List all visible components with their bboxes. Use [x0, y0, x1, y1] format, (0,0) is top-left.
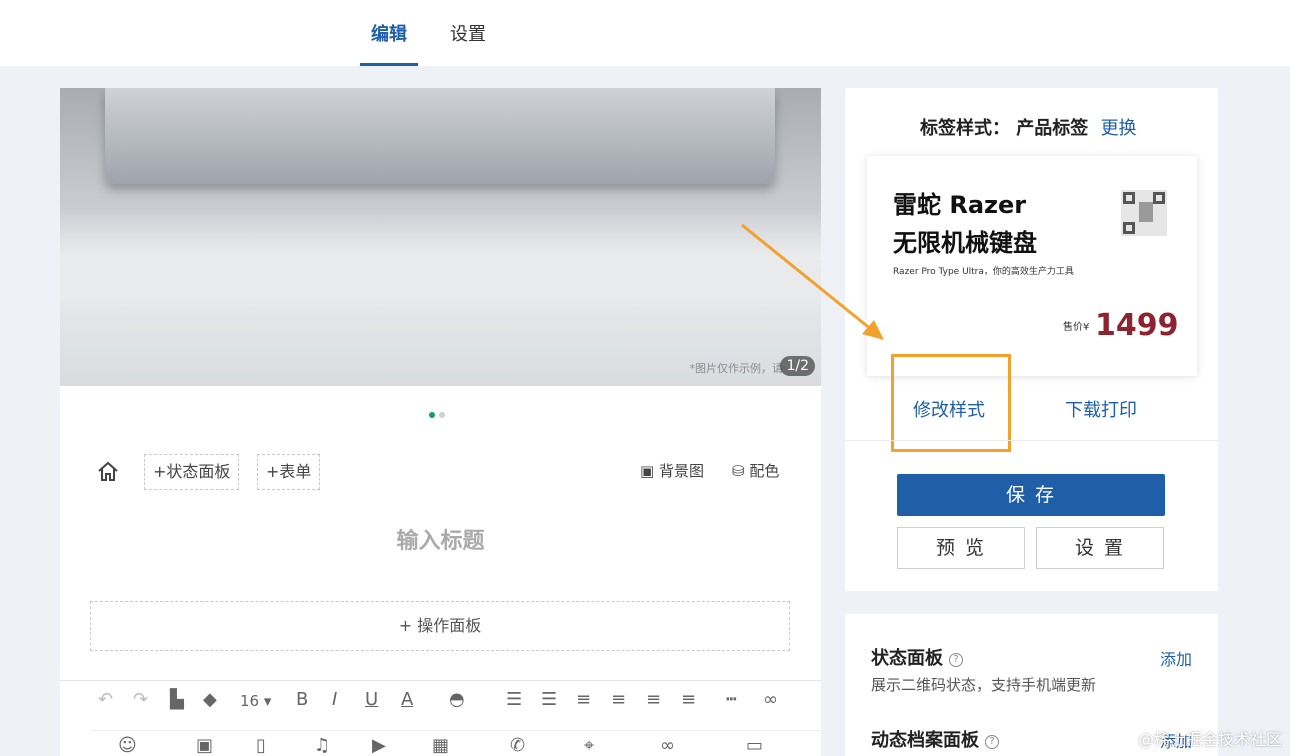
add-status-panel-link[interactable]: 添加 — [1160, 646, 1192, 670]
add-operation-panel[interactable]: + 操作面板 — [90, 601, 790, 651]
align-right-icon[interactable]: ≡ — [646, 689, 661, 710]
picture-icon[interactable]: ▣ — [196, 735, 213, 756]
price-value: 1499 — [1095, 308, 1179, 343]
label-style-card: 标签样式： 产品标签 更换 雷蛇 Razer 无限机械键盘 Razer Pro … — [845, 88, 1218, 591]
qr-code-icon — [1121, 190, 1167, 236]
bullet-list-icon[interactable]: ☰ — [541, 689, 557, 710]
background-image-button[interactable]: ▣ 背景图 — [640, 460, 704, 481]
product-image[interactable]: *图片仅作示例，请 1/2 — [60, 88, 821, 386]
title-input[interactable]: 输入标题 — [60, 523, 821, 555]
align-justify-icon[interactable]: ≡ — [681, 689, 696, 710]
carousel-dots[interactable] — [429, 403, 453, 418]
top-nav: 编辑 设置 — [0, 0, 1290, 66]
label-style-row: 标签样式： 产品标签 更换 — [920, 114, 1137, 140]
undo-icon[interactable]: ↶ — [98, 689, 113, 710]
italic-icon[interactable]: I — [332, 689, 337, 710]
image-counter: 1/2 — [780, 356, 815, 376]
preview-button[interactable]: 预 览 — [897, 527, 1025, 569]
font-size-value: 16 — [240, 692, 260, 710]
save-button[interactable]: 保 存 — [897, 474, 1165, 516]
add-status-panel-button[interactable]: +状态面板 — [144, 454, 240, 490]
download-print-button[interactable]: 下载打印 — [1065, 396, 1137, 422]
highlight-icon[interactable]: ◓ — [449, 689, 465, 710]
price-label: 售价¥ — [1063, 322, 1090, 333]
phone-icon[interactable]: ✆ — [510, 735, 525, 756]
divider-icon[interactable]: ┅ — [726, 689, 737, 710]
image-icon: ▣ — [640, 462, 655, 480]
label-style-label: 标签样式： — [920, 118, 1010, 139]
file-icon[interactable]: ▯ — [256, 735, 266, 756]
location-icon[interactable]: ⌖ — [584, 735, 594, 756]
link-card-icon[interactable]: ∞ — [660, 735, 675, 756]
divider — [845, 440, 1218, 441]
video-icon[interactable]: ▶ — [372, 735, 386, 756]
font-size-select[interactable]: 16 ▾ — [240, 692, 271, 710]
home-icon[interactable] — [96, 460, 120, 484]
product-name: 雷蛇 Razer 无限机械键盘 — [893, 186, 1093, 262]
redo-icon[interactable]: ↷ — [133, 689, 148, 710]
align-center-icon[interactable]: ≡ — [611, 689, 626, 710]
status-panel-title: 状态面板 — [871, 648, 943, 669]
change-style-link[interactable]: 更换 — [1101, 118, 1137, 139]
carousel-dot[interactable] — [439, 412, 445, 418]
paint-bucket-icon: ⛁ — [732, 462, 745, 480]
label-style-value: 产品标签 — [1016, 118, 1089, 139]
image-shine — [60, 208, 821, 308]
link-icon[interactable]: ∞ — [763, 689, 778, 710]
image-note: *图片仅作示例，请 — [689, 362, 784, 375]
color-scheme-button[interactable]: ⛁ 配色 — [732, 460, 779, 481]
keyboard-bar — [105, 88, 775, 184]
emoji-icon[interactable]: ☺ — [118, 735, 137, 756]
audio-icon[interactable]: ♫ — [314, 735, 330, 756]
layout-icon[interactable]: ▦ — [432, 735, 449, 756]
insert-toolbar: ☺ ▣ ▯ ♫ ▶ ▦ ✆ ⌖ ∞ ▭ — [90, 730, 820, 756]
product-subtitle: Razer Pro Type Ultra，你的高效生产力工具 — [893, 267, 1074, 277]
archive-panel-title: 动态档案面板 — [871, 730, 979, 751]
editor-toolbar: +状态面板 +表单 ▣ 背景图 ⛁ 配色 — [96, 454, 796, 490]
carousel-dot-active[interactable] — [429, 412, 435, 418]
card-icon[interactable]: ▭ — [746, 735, 763, 756]
help-icon[interactable]: ? — [985, 735, 999, 749]
status-panel-description: 展示二维码状态，支持手机端更新 — [871, 676, 1097, 694]
settings-button[interactable]: 设 置 — [1036, 527, 1164, 569]
label-preview[interactable]: 雷蛇 Razer 无限机械键盘 Razer Pro Type Ultra，你的高… — [867, 156, 1197, 376]
product-name-line1: 雷蛇 Razer — [893, 191, 1027, 219]
bold-icon[interactable]: B — [296, 689, 308, 710]
format-toolbar: ↶ ↷ ▙ ◆ 16 ▾ B I U A ◓ ☰ ☰ ≡ ≡ ≡ ≡ ┅ ∞ — [60, 680, 821, 720]
underline-icon[interactable]: U — [365, 689, 378, 710]
color-label: 配色 — [749, 462, 780, 480]
tab-edit[interactable]: 编辑 — [360, 20, 418, 66]
product-name-line2: 无限机械键盘 — [893, 229, 1037, 257]
format-painter-icon[interactable]: ▙ — [170, 689, 184, 710]
tab-settings[interactable]: 设置 — [450, 20, 486, 66]
status-panel-heading: 状态面板? — [871, 644, 963, 670]
add-form-button[interactable]: +表单 — [257, 454, 321, 490]
watermark: @稀土掘金技术社区 — [1137, 730, 1282, 749]
help-icon[interactable]: ? — [949, 653, 963, 667]
ordered-list-icon[interactable]: ☰ — [506, 689, 522, 710]
background-label: 背景图 — [658, 462, 704, 480]
align-left-icon[interactable]: ≡ — [576, 689, 591, 710]
text-color-icon[interactable]: A — [401, 689, 413, 710]
eraser-icon[interactable]: ◆ — [203, 689, 217, 710]
annotation-highlight-box — [891, 354, 1011, 452]
archive-panel-heading: 动态档案面板? — [871, 726, 999, 752]
editor-canvas: *图片仅作示例，请 1/2 +状态面板 +表单 ▣ 背景图 ⛁ 配色 输入标题 … — [60, 88, 821, 756]
